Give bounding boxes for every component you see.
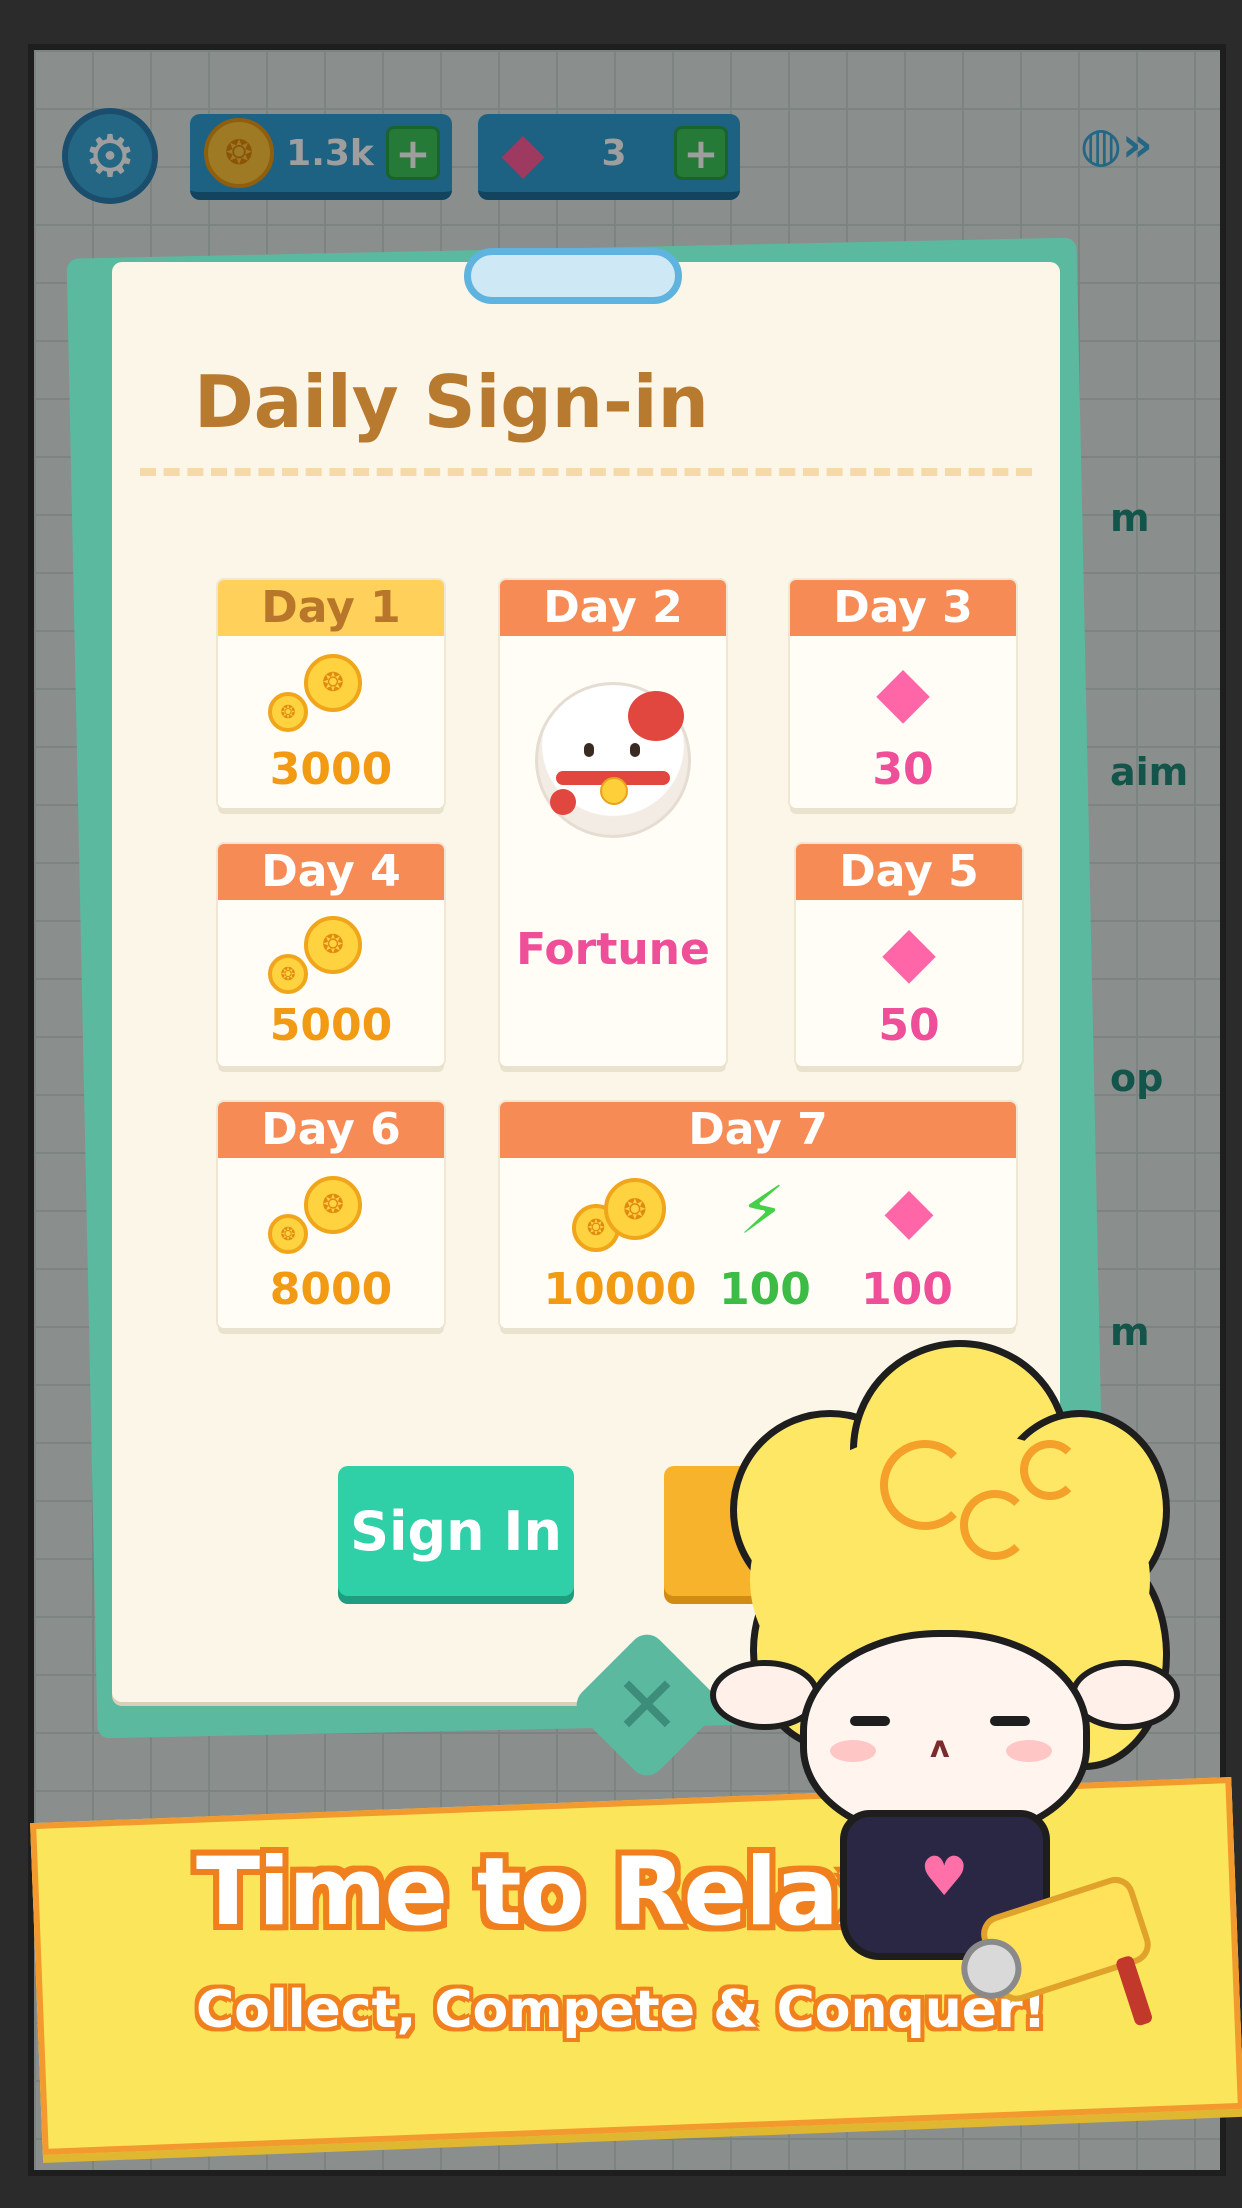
reward-coins: 10000	[543, 1264, 697, 1315]
day-label: Day 6	[218, 1102, 444, 1158]
reward-amount: 5000	[269, 1000, 393, 1051]
energy-icon: ⚡	[738, 1172, 786, 1249]
day-label: Day 1	[218, 580, 444, 636]
day-label: Day 4	[218, 844, 444, 900]
clipboard-clip	[464, 248, 682, 304]
gem-icon: ◆	[882, 910, 936, 992]
reward-amount: 8000	[269, 1264, 393, 1315]
day-card-2[interactable]: Day 2 Fortune	[500, 580, 726, 1066]
day-label: Day 5	[796, 844, 1022, 900]
day-card-3[interactable]: Day 3 ◆ 30	[790, 580, 1016, 808]
banner-subtitle: Collect, Compete & Conquer!	[196, 1980, 1047, 2040]
day-label: Day 7	[500, 1102, 1016, 1158]
day-card-5[interactable]: Day 5 ◆ 50	[796, 844, 1022, 1066]
reward-name: Fortune	[516, 924, 710, 975]
reward-gems: 100	[861, 1264, 953, 1315]
heart-icon: ♥	[920, 1845, 969, 1908]
close-icon: ✕	[613, 1658, 681, 1752]
day-card-6[interactable]: Day 6 ❂ ❂ 8000	[218, 1102, 444, 1328]
gem-icon: ◆	[876, 650, 930, 732]
day-card-1[interactable]: Day 1 ❂ ❂ 3000	[218, 580, 444, 808]
day-card-7[interactable]: Day 7 ❂ ❂ ⚡ ◆ 10000 100 100	[500, 1102, 1016, 1328]
lucky-cat-icon	[535, 682, 691, 838]
reward-amount: 50	[878, 1000, 940, 1051]
reward-amount: 30	[872, 744, 934, 795]
modal-title: Daily Sign-in	[194, 360, 709, 444]
day-label: Day 2	[500, 580, 726, 636]
reward-amount: 3000	[269, 744, 393, 795]
day-card-4[interactable]: Day 4 ❂ ❂ 5000	[218, 844, 444, 1066]
title-divider	[140, 468, 1032, 476]
reward-energy: 100	[719, 1264, 811, 1315]
sign-in-button[interactable]: Sign In	[338, 1466, 574, 1596]
sheep-mascot: ʌ ♥	[690, 1330, 1190, 1970]
day-label: Day 3	[790, 580, 1016, 636]
gem-icon: ◆	[884, 1174, 934, 1248]
